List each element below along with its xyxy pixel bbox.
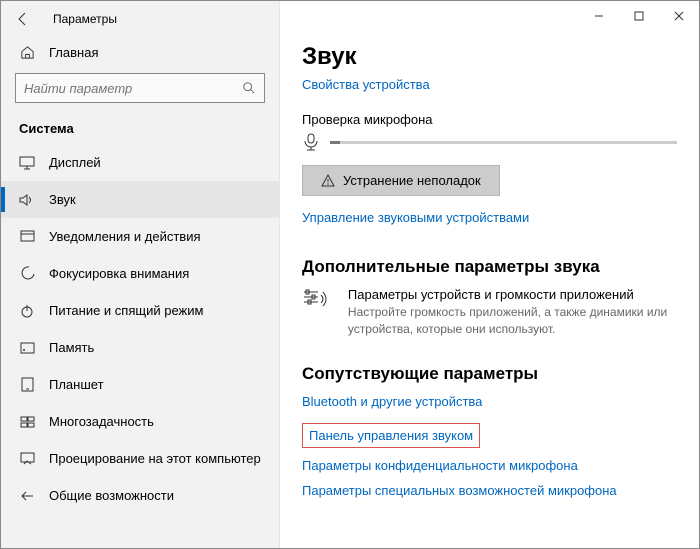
sidebar-item-multitasking[interactable]: Многозадачность [1, 403, 279, 440]
microphone-icon [302, 133, 320, 151]
app-volume-row[interactable]: Параметры устройств и громкости приложен… [302, 287, 677, 338]
mic-test-label: Проверка микрофона [302, 112, 677, 127]
storage-icon [19, 342, 35, 354]
section-label: Система [1, 111, 279, 144]
sidebar-item-label: Звук [49, 192, 76, 207]
troubleshoot-button[interactable]: Устранение неполадок [302, 165, 500, 196]
device-properties-link[interactable]: Свойства устройства [302, 77, 430, 92]
projecting-icon [19, 452, 35, 465]
search-field[interactable] [24, 81, 242, 96]
close-button[interactable] [659, 1, 699, 31]
mixer-icon [302, 287, 330, 338]
related-heading: Сопутствующие параметры [302, 364, 677, 384]
sidebar-item-label: Питание и спящий режим [49, 303, 203, 318]
tablet-icon [19, 377, 35, 392]
home-label: Главная [49, 45, 98, 60]
manage-sound-devices-link[interactable]: Управление звуковыми устройствами [302, 210, 529, 225]
minimize-button[interactable] [579, 1, 619, 31]
home-icon [19, 45, 35, 60]
sidebar-item-projecting[interactable]: Проецирование на этот компьютер [1, 440, 279, 477]
sidebar-item-label: Многозадачность [49, 414, 154, 429]
sidebar-item-focus[interactable]: Фокусировка внимания [1, 255, 279, 292]
troubleshoot-label: Устранение неполадок [343, 173, 481, 188]
sidebar-item-storage[interactable]: Память [1, 329, 279, 366]
sidebar-item-label: Фокусировка внимания [49, 266, 189, 281]
warning-icon [321, 174, 335, 187]
sidebar-item-label: Проецирование на этот компьютер [49, 451, 261, 466]
sidebar-item-notifications[interactable]: Уведомления и действия [1, 218, 279, 255]
back-button[interactable] [9, 5, 37, 33]
notifications-icon [19, 230, 35, 244]
sidebar-item-display[interactable]: Дисплей [1, 144, 279, 181]
sidebar-item-sound[interactable]: Звук [1, 181, 279, 218]
focus-icon [19, 266, 35, 281]
shared-icon [19, 489, 35, 503]
search-icon [242, 81, 256, 95]
window-title: Параметры [53, 12, 117, 26]
app-volume-title: Параметры устройств и громкости приложен… [348, 287, 677, 302]
multitasking-icon [19, 416, 35, 428]
sidebar-item-label: Планшет [49, 377, 104, 392]
sidebar-item-label: Память [49, 340, 94, 355]
page-title: Звук [302, 43, 677, 71]
sidebar-item-power[interactable]: Питание и спящий режим [1, 292, 279, 329]
sidebar-item-label: Дисплей [49, 155, 101, 170]
power-icon [19, 304, 35, 318]
sidebar-item-shared[interactable]: Общие возможности [1, 477, 279, 514]
app-volume-desc: Настройте громкость приложений, а также … [348, 304, 677, 338]
sound-icon [19, 193, 35, 207]
maximize-button[interactable] [619, 1, 659, 31]
mic-accessibility-link[interactable]: Параметры специальных возможностей микро… [302, 483, 677, 498]
sidebar-item-home[interactable]: Главная [1, 37, 279, 67]
sound-control-panel-link[interactable]: Панель управления звуком [309, 428, 473, 443]
search-input[interactable] [15, 73, 265, 103]
bluetooth-link[interactable]: Bluetooth и другие устройства [302, 394, 677, 409]
sidebar-item-tablet[interactable]: Планшет [1, 366, 279, 403]
sidebar-item-label: Уведомления и действия [49, 229, 201, 244]
mic-privacy-link[interactable]: Параметры конфиденциальности микрофона [302, 458, 677, 473]
mic-level-meter [330, 141, 677, 144]
display-icon [19, 156, 35, 170]
sidebar-item-label: Общие возможности [49, 488, 174, 503]
advanced-heading: Дополнительные параметры звука [302, 257, 677, 277]
